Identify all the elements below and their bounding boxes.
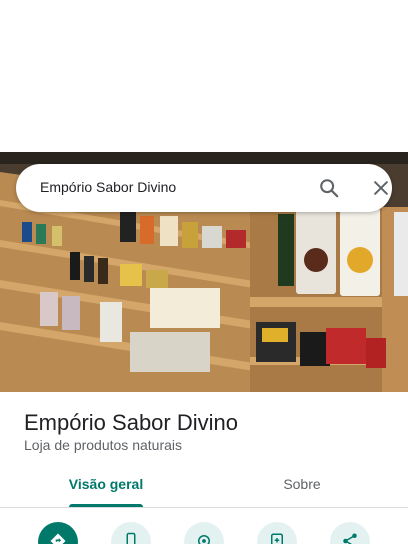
directions-button[interactable] [38,522,78,544]
close-icon[interactable] [371,178,391,198]
save-icon [271,533,283,544]
phone-icon [126,532,136,544]
save-button[interactable] [257,522,297,544]
directions-icon [50,533,66,544]
tab-overview[interactable]: Visão geral [50,476,162,496]
share-button[interactable] [330,522,370,544]
location-icon [198,535,210,544]
search-input[interactable]: Empório Sabor Divino [40,179,176,195]
tab-divider [0,507,408,508]
place-title: Empório Sabor Divino [24,410,238,435]
share-icon [343,533,357,544]
tab-about[interactable]: Sobre [246,476,358,496]
search-icon[interactable] [318,177,340,199]
location-button[interactable] [184,522,224,544]
search-bar[interactable]: Empório Sabor Divino [16,164,392,212]
phone-button[interactable] [111,522,151,544]
place-category: Loja de produtos naturais [24,437,182,453]
map-blank-area [0,0,408,152]
